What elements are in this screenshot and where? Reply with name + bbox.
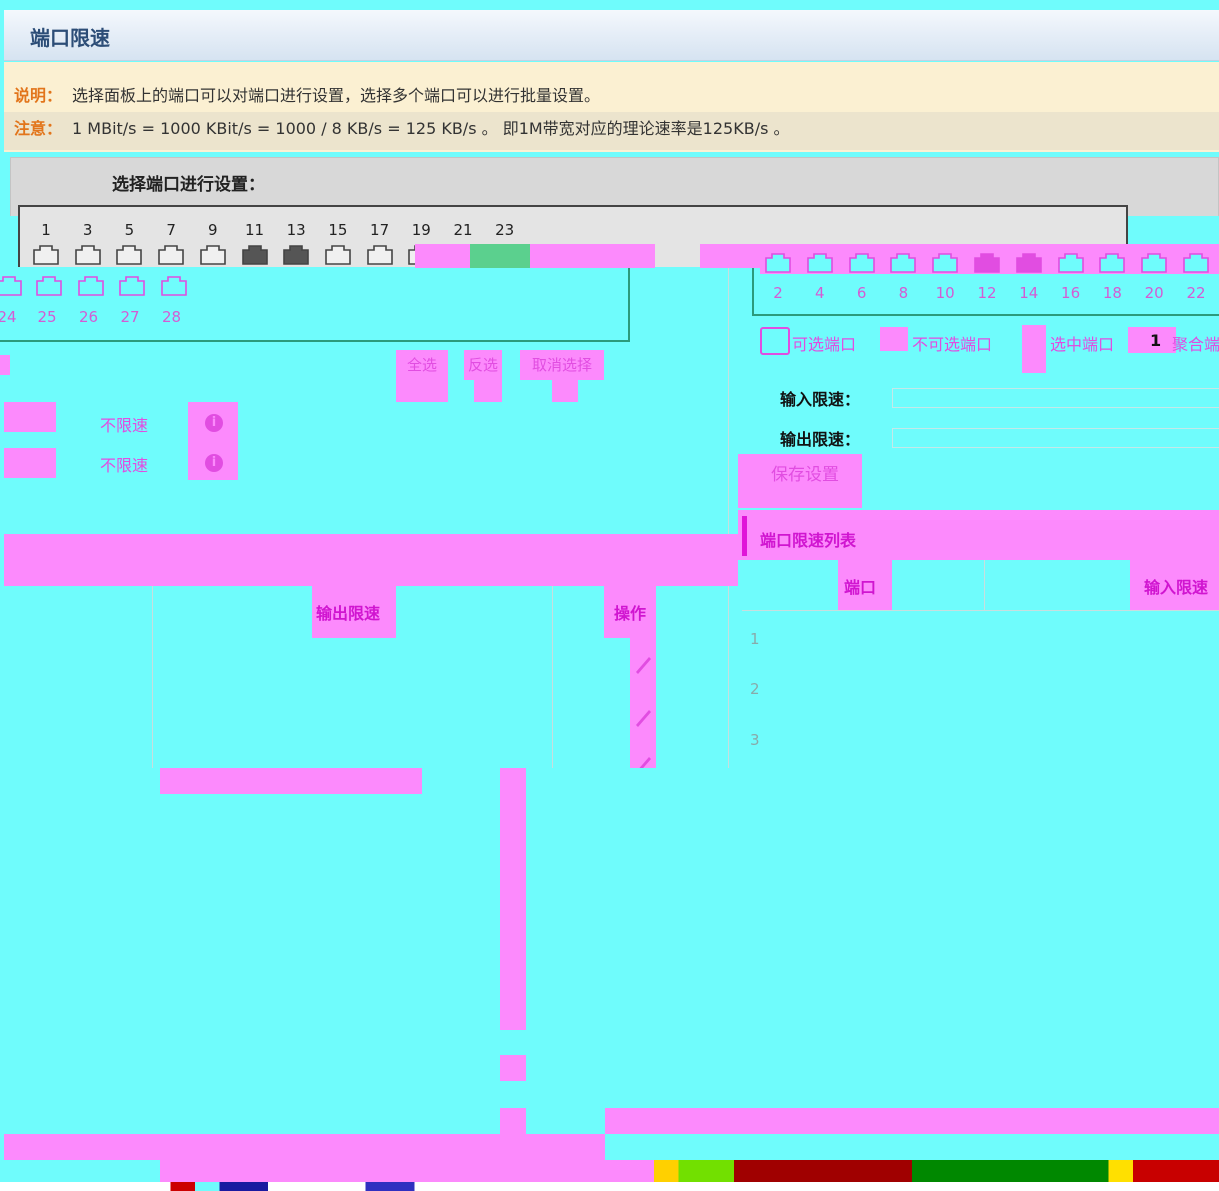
- port-number: 23: [495, 221, 515, 239]
- info-icon[interactable]: i: [205, 414, 223, 432]
- page-title: 端口限速: [30, 26, 110, 50]
- port-number: 13: [286, 221, 306, 239]
- save-settings-button[interactable]: 保存设置: [760, 458, 850, 492]
- output-limit-field[interactable]: [892, 428, 1219, 448]
- col-output-header: 输出限速: [316, 604, 381, 623]
- port-number: 17: [370, 221, 390, 239]
- panel-title: 选择端口进行设置：: [112, 175, 265, 195]
- port-9-icon[interactable]: [198, 244, 228, 266]
- list-row-3-port: 3: [750, 731, 760, 749]
- port-number: 21: [453, 221, 473, 239]
- summary-row-1: 不限速: [100, 416, 149, 435]
- edit-icon[interactable]: [633, 652, 653, 676]
- port-13-icon[interactable]: [281, 244, 311, 266]
- select-all-button[interactable]: 全选: [396, 350, 448, 380]
- port-number: 19: [411, 221, 431, 239]
- port-number: 7: [166, 221, 176, 239]
- port-3-icon[interactable]: [73, 244, 103, 266]
- port-15-icon[interactable]: [323, 244, 353, 266]
- notice-line-2: 注意： 1 MBit/s = 1000 KBit/s = 1000 / 8 KB/…: [14, 119, 790, 138]
- port-11-icon[interactable]: [240, 244, 270, 266]
- port-number: 9: [208, 221, 218, 239]
- list-row-1-port: 1: [750, 630, 760, 648]
- invert-select-button[interactable]: 反选: [464, 350, 502, 380]
- port-legend: 可选端口 不可选端口 选中端口 1 聚合端: [760, 325, 1219, 373]
- port-number: 1: [41, 221, 51, 239]
- page-header: 端口限速: [4, 10, 1219, 61]
- port-17-icon[interactable]: [365, 244, 395, 266]
- list-title: 端口限速列表: [760, 531, 857, 550]
- port-number: 11: [244, 221, 265, 239]
- port-5-icon[interactable]: [114, 244, 144, 266]
- selected-port-icon: [1022, 325, 1046, 373]
- port-number: 5: [124, 221, 135, 239]
- summary-row-2: 不限速: [100, 456, 149, 475]
- output-limit-label: 输出限速：: [780, 430, 861, 449]
- port-1-icon[interactable]: [31, 244, 61, 266]
- edit-icon[interactable]: [633, 705, 653, 729]
- col-input-header: 输入限速: [1144, 578, 1209, 597]
- unselectable-port-icon: [880, 327, 908, 351]
- port-number: 15: [328, 221, 348, 239]
- summary-icon-1: [4, 402, 56, 432]
- cancel-select-button[interactable]: 取消选择: [520, 350, 604, 380]
- notice-line-1: 说明： 选择面板上的端口可以对端口进行设置，选择多个端口可以进行批量设置。: [14, 86, 601, 105]
- port-7-icon[interactable]: [156, 244, 186, 266]
- input-limit-label: 输入限速：: [780, 390, 861, 409]
- summary-icon-2: [4, 448, 56, 478]
- port-number: 3: [82, 221, 93, 239]
- selectable-port-icon: [760, 327, 790, 355]
- col-port-header: 端口: [844, 578, 877, 597]
- info-icon-2[interactable]: i: [205, 454, 223, 472]
- list-row-2-port: 2: [750, 680, 760, 698]
- input-limit-field[interactable]: [892, 388, 1219, 408]
- col-action-header: 操作: [614, 604, 647, 623]
